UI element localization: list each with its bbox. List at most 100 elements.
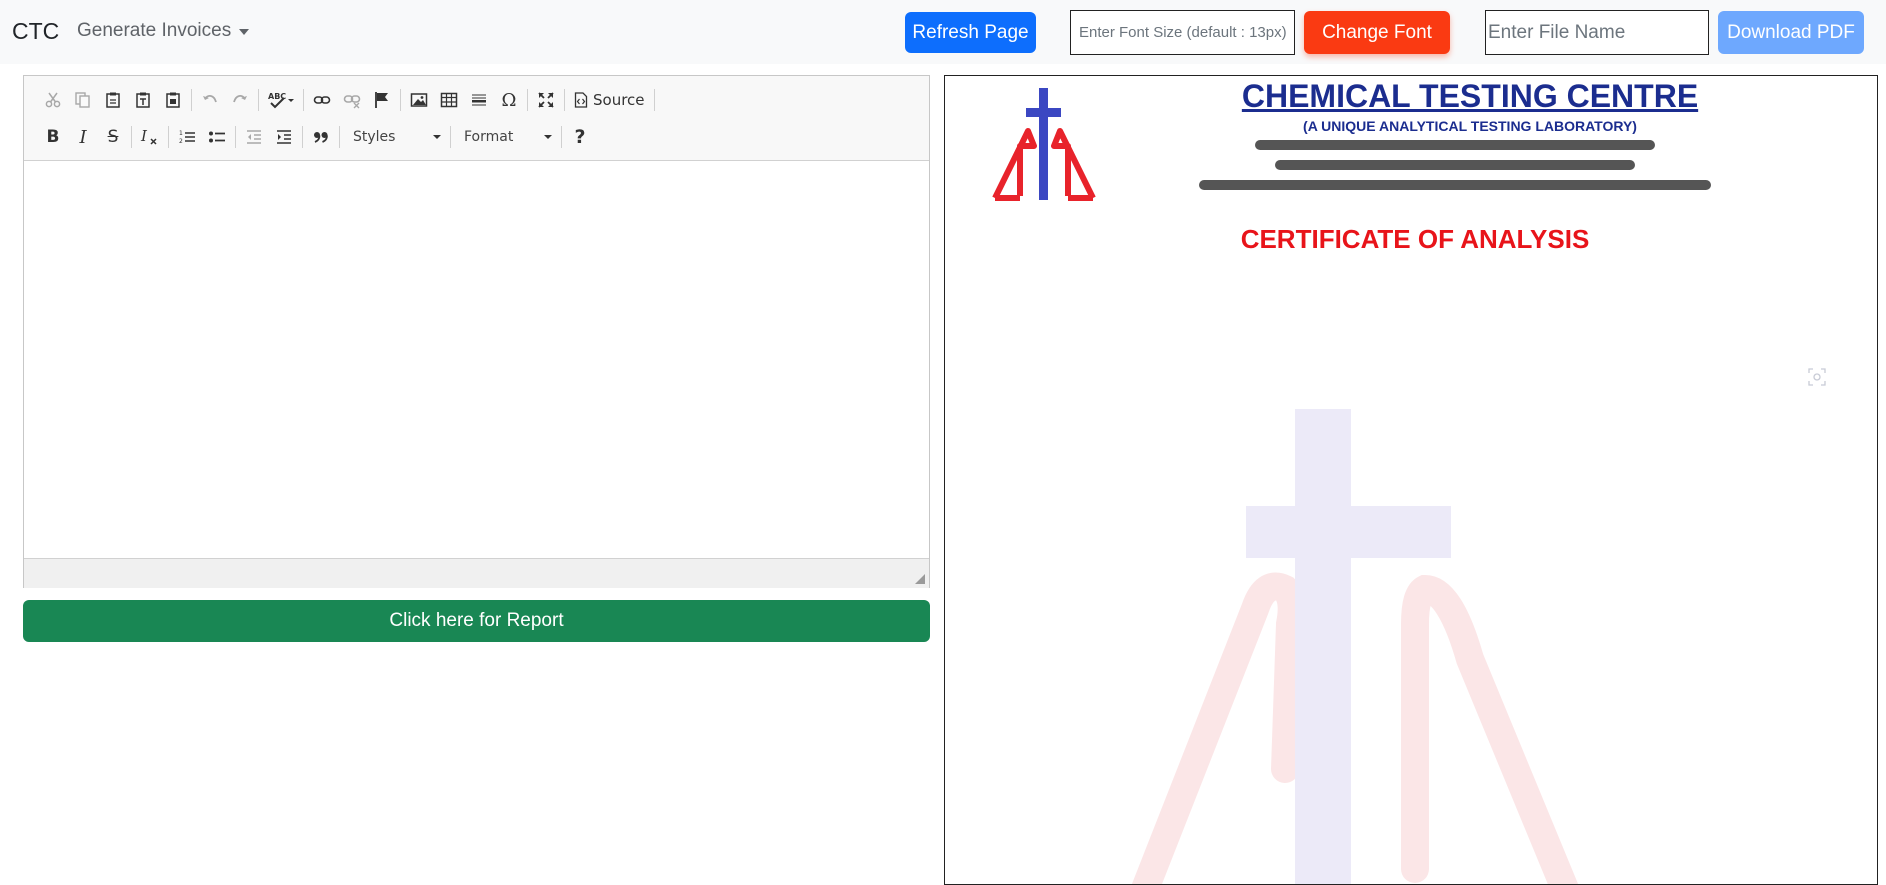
certificate-title: CERTIFICATE OF ANALYSIS [1240, 224, 1590, 254]
toolbar-separator [400, 89, 401, 111]
copy-button[interactable] [68, 86, 98, 114]
report-button[interactable]: Click here for Report [23, 600, 930, 642]
refresh-page-button[interactable]: Refresh Page [905, 12, 1036, 53]
generate-invoices-dropdown[interactable]: Generate Invoices [77, 20, 250, 42]
toolbar-row-1: ABC Ω Source [38, 85, 658, 115]
ctc-logo [992, 88, 1096, 201]
chevron-down-icon [544, 135, 552, 139]
italic-icon: I [79, 126, 87, 148]
source-button[interactable]: Source [568, 86, 651, 114]
resize-grip-icon[interactable] [915, 574, 925, 584]
special-char-button[interactable]: Ω [494, 86, 524, 114]
toolbar-separator [561, 126, 562, 148]
paste-text-icon [136, 92, 150, 108]
focus-frame-icon[interactable] [1807, 367, 1827, 387]
chevron-down-icon [433, 135, 441, 139]
maximize-icon [538, 92, 554, 108]
help-icon: ? [574, 126, 586, 148]
remove-format-button[interactable]: I [135, 123, 165, 151]
link-button[interactable] [307, 86, 337, 114]
bulleted-list-icon [209, 131, 225, 143]
format-dropdown[interactable]: Format [454, 124, 558, 150]
certificate-preview: CHEMICAL TESTING CENTRE (A UNIQUE ANALYT… [944, 75, 1878, 885]
generate-invoices-label: Generate Invoices [77, 20, 232, 41]
toolbar-separator [450, 126, 451, 148]
redacted-contact-line [1199, 180, 1711, 190]
toolbar-separator [258, 89, 259, 111]
toolbar-separator [191, 89, 192, 111]
numbered-list-button[interactable]: 12 [172, 123, 202, 151]
redacted-address-line [1275, 160, 1635, 170]
caret-down-icon [239, 29, 250, 35]
file-name-input[interactable] [1485, 10, 1709, 55]
indent-button[interactable] [269, 123, 299, 151]
undo-button[interactable] [195, 86, 225, 114]
blockquote-icon [314, 132, 328, 143]
table-icon [440, 92, 458, 108]
format-label: Format [464, 129, 514, 145]
unlink-icon [343, 95, 361, 109]
italic-button[interactable]: I [68, 123, 98, 151]
toolbar-separator [302, 126, 303, 148]
redacted-address-line [1255, 140, 1655, 150]
special-char-icon: Ω [501, 89, 517, 111]
styles-dropdown[interactable]: Styles [343, 124, 447, 150]
organization-name: CHEMICAL TESTING CENTRE [1241, 78, 1699, 114]
bold-icon: B [46, 127, 60, 147]
change-font-button[interactable]: Change Font [1304, 11, 1450, 54]
editor-content-area[interactable] [24, 161, 929, 558]
svg-text:I: I [140, 128, 148, 145]
anchor-icon [375, 92, 388, 108]
horizontal-rule-button[interactable] [464, 86, 494, 114]
spellcheck-button[interactable]: ABC [262, 86, 300, 114]
outdent-icon [247, 130, 261, 144]
top-navbar: CTC Generate Invoices Refresh Page Chang… [0, 0, 1886, 64]
editor-status-bar [24, 558, 929, 588]
link-icon [313, 96, 331, 104]
brand-logo[interactable]: CTC [12, 18, 59, 45]
strikethrough-icon: S [107, 127, 119, 147]
paste-text-button[interactable] [128, 86, 158, 114]
toolbar-separator [168, 126, 169, 148]
undo-icon [203, 95, 217, 103]
paste-word-icon [166, 92, 180, 108]
toolbar-separator [235, 126, 236, 148]
help-button[interactable]: ? [565, 123, 595, 151]
outdent-button[interactable] [239, 123, 269, 151]
bulleted-list-button[interactable] [202, 123, 232, 151]
anchor-button[interactable] [367, 86, 397, 114]
numbered-list-icon: 12 [179, 130, 195, 145]
toolbar-separator [303, 89, 304, 111]
image-button[interactable] [404, 86, 434, 114]
toolbar-separator [131, 126, 132, 148]
copy-icon [75, 92, 90, 108]
redo-button[interactable] [225, 86, 255, 114]
table-button[interactable] [434, 86, 464, 114]
horizontal-rule-icon [472, 94, 486, 106]
bold-button[interactable]: B [38, 123, 68, 151]
redo-icon [233, 95, 247, 103]
toolbar-separator [527, 89, 528, 111]
styles-label: Styles [353, 129, 396, 145]
cut-icon [45, 92, 61, 108]
source-icon [574, 92, 588, 108]
spellcheck-icon: ABC [268, 92, 294, 109]
toolbar-row-2: B I S I 12 Styles Format ? [38, 122, 595, 152]
toolbar-separator [339, 126, 340, 148]
editor-toolbar: ABC Ω Source B I S I 1 2 Styles Format ? [24, 76, 929, 161]
ctc-watermark [1131, 409, 1578, 884]
image-icon [410, 93, 428, 107]
download-pdf-button[interactable]: Download PDF [1718, 11, 1864, 54]
paste-icon [106, 92, 120, 108]
maximize-button[interactable] [531, 86, 561, 114]
paste-button[interactable] [98, 86, 128, 114]
organization-subtitle: (A UNIQUE ANALYTICAL TESTING LABORATORY) [1303, 118, 1637, 134]
remove-format-icon: I [140, 128, 157, 145]
strikethrough-button[interactable]: S [98, 123, 128, 151]
font-size-input[interactable] [1070, 10, 1295, 55]
paste-word-button[interactable] [158, 86, 188, 114]
source-label: Source [593, 91, 645, 109]
unlink-button[interactable] [337, 86, 367, 114]
blockquote-button[interactable] [306, 123, 336, 151]
cut-button[interactable] [38, 86, 68, 114]
